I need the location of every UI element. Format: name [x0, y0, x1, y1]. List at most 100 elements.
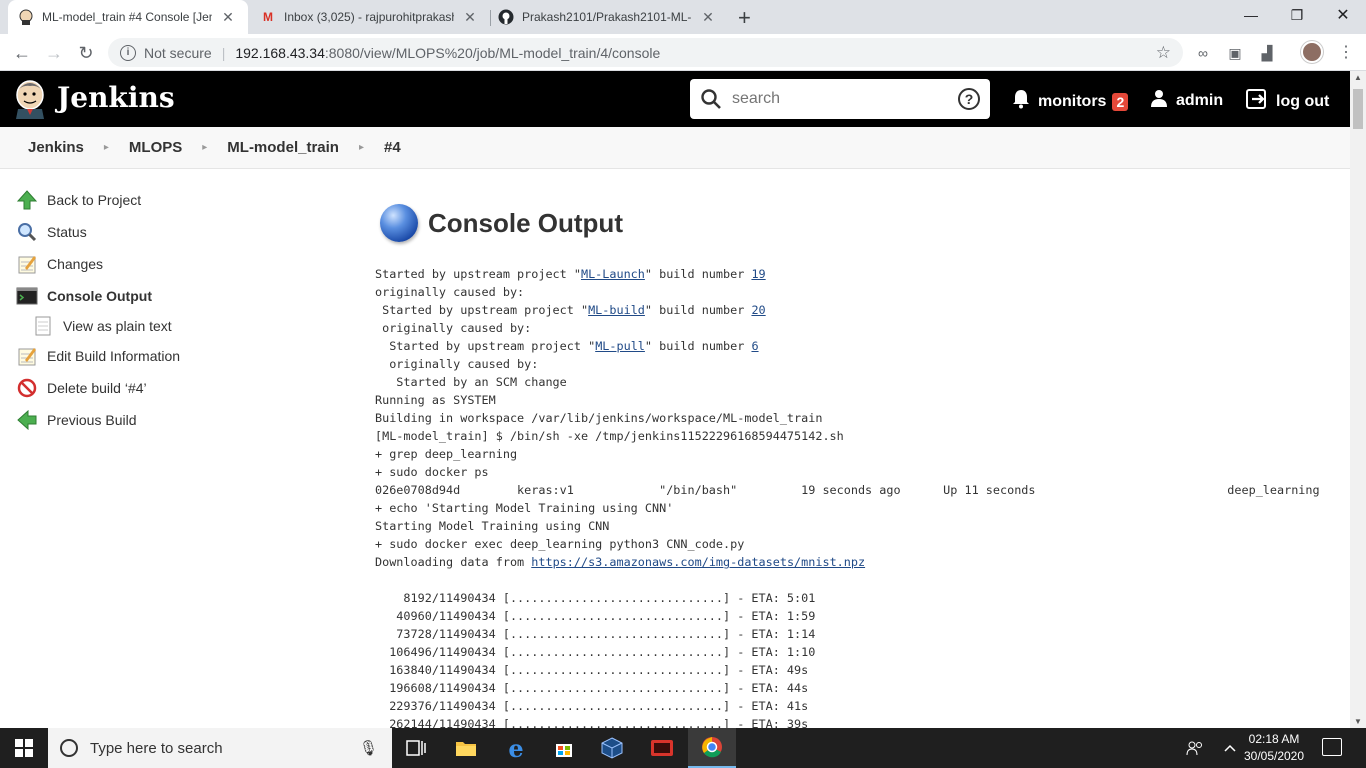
- microphone-icon[interactable]: 🎙: [359, 739, 378, 757]
- upstream-project-link[interactable]: ML-pull: [595, 339, 645, 353]
- windows-taskbar: Type here to search 🎙 e 02:18 AM 30/05/2…: [0, 728, 1366, 768]
- info-icon[interactable]: i: [120, 44, 136, 61]
- monitors-count-badge: 2: [1112, 92, 1129, 111]
- blue-ball-status-icon: [380, 204, 418, 242]
- console-output: Started by upstream project "ML-Launch" …: [375, 265, 1335, 733]
- extension-image-icon[interactable]: ▣: [1226, 44, 1244, 62]
- sidebar-item-console-output[interactable]: Console Output: [16, 280, 346, 312]
- sidebar-item-status[interactable]: Status: [16, 216, 346, 248]
- tab-github[interactable]: Prakash2101/Prakash2101-ML-in ✕: [488, 0, 728, 34]
- user-icon: [1150, 89, 1168, 112]
- minimize-icon[interactable]: —: [1228, 0, 1274, 30]
- scroll-down-icon[interactable]: ▼: [1354, 717, 1362, 726]
- breadcrumb-ml-model-train[interactable]: ML-model_train: [227, 139, 339, 156]
- page-heading: Console Output: [375, 198, 1335, 248]
- tab-jenkins-console[interactable]: ML-model_train #4 Console [Jenk ✕: [8, 0, 248, 34]
- build-number-link[interactable]: 20: [751, 303, 765, 317]
- menu-kebab-icon[interactable]: ⋮: [1338, 42, 1354, 62]
- jenkins-header: Jenkins ? monitors 2 admin log out: [0, 71, 1350, 127]
- clock-time: 02:18 AM: [1248, 732, 1300, 746]
- people-icon[interactable]: [1186, 728, 1204, 768]
- progress-line: 196608/11490434 [.......................…: [375, 681, 809, 695]
- sidebar-item-edit-build-information[interactable]: Edit Build Information: [16, 340, 346, 372]
- breadcrumb: Jenkins ▸ MLOPS ▸ ML-model_train ▸ #4: [0, 127, 1350, 169]
- action-center-icon[interactable]: [1322, 738, 1342, 756]
- url-path: :8080/view/MLOPS%20/job/ML-model_train/4…: [324, 44, 661, 61]
- close-icon[interactable]: ✕: [700, 9, 716, 26]
- log-line: Started by upstream project ": [375, 267, 581, 281]
- log-line: originally caused by:: [375, 285, 525, 299]
- log-line: " build number: [644, 339, 752, 353]
- window-close-icon[interactable]: ✕: [1320, 0, 1366, 30]
- chrome-icon[interactable]: [688, 728, 736, 768]
- task-view-icon[interactable]: [392, 728, 440, 768]
- edge-browser-icon[interactable]: e: [492, 728, 540, 768]
- new-tab-button[interactable]: +: [738, 5, 751, 31]
- windows-start-icon[interactable]: [0, 728, 48, 768]
- virtualbox-icon[interactable]: [588, 728, 636, 768]
- logout-link[interactable]: log out: [1246, 89, 1329, 114]
- breadcrumb-build-4[interactable]: #4: [384, 139, 401, 156]
- terminal-icon: [16, 285, 38, 307]
- scrollbar-thumb[interactable]: [1353, 89, 1363, 129]
- progress-line: 106496/11490434 [.......................…: [375, 645, 816, 659]
- breadcrumb-mlops[interactable]: MLOPS: [129, 139, 182, 156]
- profile-avatar[interactable]: [1301, 41, 1323, 63]
- address-bar[interactable]: i Not secure | 192.168.43.34:8080/view/M…: [108, 38, 1183, 67]
- restore-icon[interactable]: ❐: [1274, 0, 1320, 30]
- notepad-icon: [16, 253, 38, 275]
- progress-line: 229376/11490434 [.......................…: [375, 699, 809, 713]
- build-number-link[interactable]: 19: [751, 267, 765, 281]
- log-line: [ML-model_train] $ /bin/sh -xe /tmp/jenk…: [375, 429, 844, 443]
- gmail-icon: M: [263, 10, 273, 24]
- security-label: Not secure: [144, 44, 212, 61]
- jenkins-brand[interactable]: Jenkins: [57, 81, 175, 114]
- monitors-link[interactable]: monitors 2: [1012, 89, 1129, 114]
- user-link[interactable]: admin: [1150, 89, 1223, 112]
- browser-tab-strip: ML-model_train #4 Console [Jenk ✕ M Inbo…: [0, 0, 1366, 34]
- upstream-project-link[interactable]: ML-Launch: [581, 267, 645, 281]
- extension-link-icon[interactable]: ∞: [1194, 44, 1212, 62]
- store-icon[interactable]: [540, 728, 588, 768]
- system-clock[interactable]: 02:18 AM 30/05/2020: [1234, 731, 1314, 765]
- dataset-url-link[interactable]: https://s3.amazonaws.com/img-datasets/mn…: [531, 555, 865, 569]
- progress-line: 73728/11490434 [........................…: [375, 627, 816, 641]
- reload-icon[interactable]: ↻: [73, 40, 99, 66]
- upstream-project-link[interactable]: ML-build: [588, 303, 645, 317]
- sidebar-item-label: Previous Build: [47, 412, 137, 428]
- sidebar-item-view-plain-text[interactable]: View as plain text: [16, 312, 346, 340]
- up-arrow-icon: [16, 189, 38, 211]
- log-line: + sudo docker ps: [375, 465, 489, 479]
- log-line: Building in workspace /var/lib/jenkins/w…: [375, 411, 823, 425]
- file-explorer-icon[interactable]: [442, 728, 490, 768]
- build-number-link[interactable]: 6: [751, 339, 758, 353]
- search-icon: [701, 89, 721, 109]
- sidebar-item-changes[interactable]: Changes: [16, 248, 346, 280]
- sidebar-item-previous-build[interactable]: Previous Build: [16, 404, 346, 436]
- log-line: Started by upstream project ": [375, 339, 596, 353]
- sidebar-item-label: Back to Project: [47, 192, 142, 208]
- sidebar-item-label: View as plain text: [63, 318, 172, 334]
- back-arrow-icon[interactable]: ←: [9, 40, 35, 66]
- breadcrumb-jenkins[interactable]: Jenkins: [28, 139, 84, 156]
- sidebar-item-label: Console Output: [47, 288, 152, 304]
- extension-chart-icon[interactable]: ▟: [1258, 44, 1276, 62]
- sidebar-item-back-to-project[interactable]: Back to Project: [16, 184, 346, 216]
- log-line: Started by an SCM change: [375, 375, 567, 389]
- monitors-label: monitors: [1038, 92, 1107, 110]
- tab-gmail[interactable]: M Inbox (3,025) - rajpurohitprakash ✕: [250, 0, 490, 34]
- taskbar-search[interactable]: Type here to search 🎙: [48, 728, 392, 768]
- sidebar-item-delete-build[interactable]: Delete build ‘#4’: [16, 372, 346, 404]
- forward-arrow-icon[interactable]: →: [41, 40, 67, 66]
- tab-title: Inbox (3,025) - rajpurohitprakash: [284, 10, 454, 24]
- close-icon[interactable]: ✕: [462, 9, 478, 26]
- page-scrollbar[interactable]: ▲ ▼: [1350, 71, 1366, 728]
- terminal-app-icon[interactable]: [638, 728, 686, 768]
- close-icon[interactable]: ✕: [220, 9, 236, 26]
- bookmark-star-icon[interactable]: ☆: [1156, 43, 1171, 63]
- scroll-up-icon[interactable]: ▲: [1354, 73, 1362, 82]
- chevron-right-icon: ▸: [103, 142, 109, 153]
- jenkins-logo-icon[interactable]: [14, 79, 46, 119]
- help-icon[interactable]: ?: [958, 88, 980, 110]
- search-input[interactable]: [732, 90, 952, 108]
